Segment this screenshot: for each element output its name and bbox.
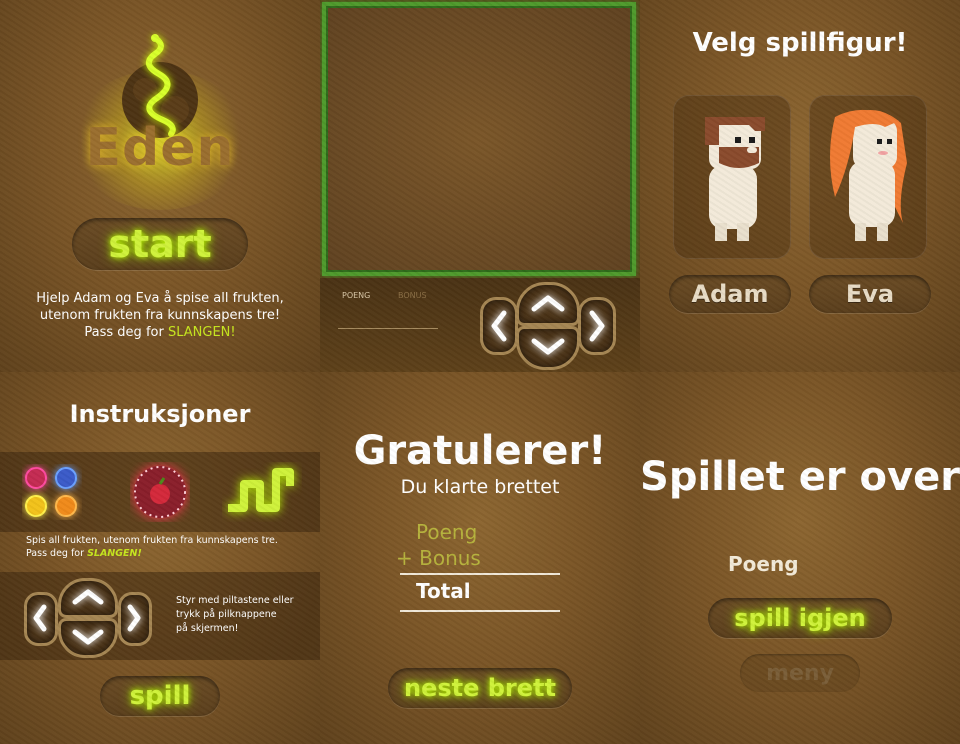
rules-line-1: Spis all frukten, utenom frukten fra kun… xyxy=(26,535,278,546)
demo-right-arrow xyxy=(118,592,152,646)
game-over-title: Spillet er over xyxy=(640,454,960,500)
next-level-button[interactable]: neste brett xyxy=(388,668,572,708)
intro-text: Hjelp Adam og Eva å spise all frukten, u… xyxy=(0,290,320,341)
game-screen: POENG BONUS xyxy=(320,0,640,372)
fruit-collection-icon xyxy=(25,467,77,517)
start-button[interactable]: start xyxy=(72,218,248,270)
chevron-up-icon xyxy=(72,589,104,605)
final-score-label: Poeng xyxy=(728,552,799,576)
snake-warning: SLANGEN! xyxy=(167,325,236,340)
level-complete-screen: Gratulerer! Du klarte brettet Poeng + Bo… xyxy=(320,372,640,744)
bonus-label: BONUS xyxy=(398,291,427,300)
menu-button[interactable]: meny xyxy=(740,654,860,692)
intro-line-1: Hjelp Adam og Eva å spise all frukten, xyxy=(36,291,284,306)
total-row-label: Total xyxy=(416,579,471,603)
rules-line-2: Pass deg for SLANGEN! xyxy=(26,547,278,560)
demo-left-arrow xyxy=(24,592,58,646)
demo-up-arrow xyxy=(58,578,118,618)
intro-prefix: Pass deg for xyxy=(84,325,168,340)
snake-icon xyxy=(228,468,294,512)
screenshot-grid: Eden start Hjelp Adam og Eva å spise all… xyxy=(0,0,960,744)
instructions-screen: Instruksjoner Spis all frukten, utenom f… xyxy=(0,372,320,744)
rules-text: Spis all frukten, utenom frukten fra kun… xyxy=(26,534,278,560)
summary-divider-2 xyxy=(400,610,560,612)
controls-line-3: på skjermen! xyxy=(176,623,239,634)
chevron-down-icon xyxy=(72,629,104,645)
congrats-title: Gratulerer! xyxy=(353,428,607,474)
summary-divider-1 xyxy=(400,573,560,575)
play-button[interactable]: spill xyxy=(100,676,220,716)
score-row-label: Poeng xyxy=(416,520,478,544)
congrats-subtitle: Du klarte brettet xyxy=(400,476,560,498)
controls-line-2: trykk på pilknappene xyxy=(176,609,277,620)
rules-prefix: Pass deg for xyxy=(26,548,88,559)
controls-text: Styr med piltastene eller trykk på pilkn… xyxy=(176,594,294,636)
title-screen: Eden start Hjelp Adam og Eva å spise all… xyxy=(0,0,320,372)
character-select-screen: Velg spillfigur! Adam Eva xyxy=(640,0,960,372)
intro-line-3: Pass deg for SLANGEN! xyxy=(0,324,320,341)
hud-divider xyxy=(338,328,438,329)
eva-select-button[interactable]: Eva xyxy=(809,275,931,313)
score-label: POENG xyxy=(342,291,371,300)
chevron-left-icon xyxy=(33,604,47,632)
forbidden-fruit-icon xyxy=(134,466,186,518)
adam-select-button[interactable]: Adam xyxy=(669,275,791,313)
controls-line-1: Styr med piltastene eller xyxy=(176,595,294,606)
play-field xyxy=(322,2,636,276)
right-arrow-button[interactable] xyxy=(578,297,616,355)
eva-card[interactable] xyxy=(809,95,927,259)
up-arrow-button[interactable] xyxy=(516,282,580,326)
chevron-left-icon xyxy=(491,310,507,342)
adam-card[interactable] xyxy=(673,95,791,259)
chevron-right-icon xyxy=(589,310,605,342)
left-arrow-button[interactable] xyxy=(480,297,518,355)
play-again-button[interactable]: spill igjen xyxy=(708,598,892,638)
intro-line-2: utenom frukten fra kunnskapens tre! xyxy=(39,308,281,323)
instructions-title: Instruksjoner xyxy=(69,400,251,428)
bonus-row-label: + Bonus xyxy=(396,546,481,570)
game-over-screen: Spillet er over Poeng spill igjen meny xyxy=(640,372,960,744)
chevron-up-icon xyxy=(531,295,565,312)
chevron-right-icon xyxy=(127,604,141,632)
eva-figure-icon xyxy=(830,109,907,241)
logo-text: Eden xyxy=(85,118,235,178)
rules-snake-warning: SLANGEN! xyxy=(87,548,142,559)
chevron-down-icon xyxy=(531,338,565,355)
character-select-title: Velg spillfigur! xyxy=(692,28,908,58)
adam-figure-icon xyxy=(705,117,765,241)
